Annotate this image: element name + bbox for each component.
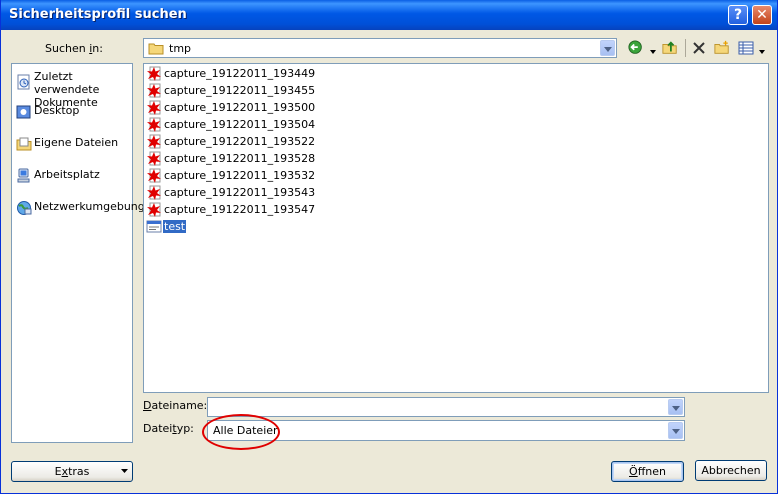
place-label: Desktop [34, 104, 80, 117]
window-title: Sicherheitsprofil suchen [9, 7, 187, 22]
delete-icon[interactable] [691, 40, 707, 56]
lookin-combo[interactable]: tmp [143, 38, 617, 58]
cancel-button[interactable]: Abbrechen [695, 460, 767, 481]
dropdown-arrow-icon [121, 469, 128, 473]
capture-file-icon [146, 151, 162, 167]
lookin-value: tmp [169, 42, 192, 55]
title-bar[interactable]: Sicherheitsprofil suchen ? ✕ [1, 0, 777, 30]
new-folder-icon[interactable] [713, 40, 731, 56]
capture-file-icon [146, 202, 162, 218]
view-dropdown-icon[interactable] [758, 44, 766, 60]
capture-file-icon [146, 134, 162, 150]
back-icon[interactable] [627, 40, 645, 56]
capture-file-icon [146, 117, 162, 133]
chevron-down-icon[interactable] [668, 422, 683, 439]
list-item-selected[interactable]: test [146, 219, 316, 235]
capture-file-icon [146, 100, 162, 116]
filetype-select[interactable]: Alle Dateien [207, 420, 685, 441]
recent-documents-icon [17, 74, 30, 90]
close-button[interactable]: ✕ [752, 5, 772, 25]
capture-file-icon [146, 185, 162, 201]
chevron-down-icon[interactable] [600, 40, 615, 56]
view-menu-icon[interactable] [738, 40, 756, 56]
place-label: Eigene Dateien [34, 136, 119, 149]
filetype-value: Alle Dateien [213, 424, 280, 437]
file-dialog-window: Sicherheitsprofil suchen ? ✕ Suchen in: … [0, 0, 778, 494]
list-item[interactable]: capture_19122011_193500 [146, 100, 316, 116]
close-icon: ✕ [756, 7, 768, 23]
list-item[interactable]: capture_19122011_193449 [146, 66, 316, 82]
filename-label: Dateiname: [143, 399, 208, 412]
list-item[interactable]: capture_19122011_193455 [146, 83, 316, 99]
filetype-label: Dateityp: [143, 422, 194, 435]
list-item[interactable]: capture_19122011_193504 [146, 117, 316, 133]
place-desktop[interactable]: Desktop [14, 102, 132, 128]
open-button[interactable]: Öffnen [611, 461, 684, 482]
desktop-icon [16, 105, 31, 119]
capture-file-icon [146, 66, 162, 82]
up-folder-icon[interactable] [661, 40, 679, 56]
list-item[interactable]: capture_19122011_193528 [146, 151, 316, 167]
places-bar: Zuletzt verwendete Dokumente Desktop Eige… [11, 63, 145, 443]
place-my-documents[interactable]: Eigene Dateien [14, 134, 132, 160]
capture-file-icon [146, 168, 162, 184]
filename-input[interactable] [207, 397, 685, 417]
my-computer-icon [17, 168, 30, 183]
place-label: Arbeitsplatz [34, 168, 100, 181]
place-network[interactable]: Netzwerkumgebung [14, 198, 145, 224]
list-item[interactable]: capture_19122011_193532 [146, 168, 316, 184]
back-dropdown-icon[interactable] [649, 44, 657, 60]
place-my-computer[interactable]: Arbeitsplatz [14, 166, 132, 192]
capture-file-icon [146, 83, 162, 99]
list-item[interactable]: capture_19122011_193522 [146, 134, 316, 150]
list-item[interactable]: capture_19122011_193543 [146, 185, 316, 201]
chevron-down-icon[interactable] [668, 399, 683, 415]
folder-icon [148, 43, 164, 55]
text-file-icon [146, 220, 162, 233]
file-list[interactable]: capture_19122011_193449 capture_19122011… [143, 63, 769, 393]
list-item[interactable]: capture_19122011_193547 [146, 202, 316, 218]
network-icon [17, 201, 32, 215]
place-recent-documents[interactable]: Zuletzt verwendete Dokumente [14, 68, 132, 109]
help-icon: ? [733, 7, 743, 23]
my-documents-icon [16, 137, 32, 151]
extras-button[interactable]: Extras [11, 461, 133, 482]
lookin-label: Suchen in: [45, 42, 103, 55]
toolbar-divider [685, 39, 686, 57]
place-label: Netzwerkumgebung [34, 200, 145, 213]
help-button[interactable]: ? [728, 5, 748, 25]
